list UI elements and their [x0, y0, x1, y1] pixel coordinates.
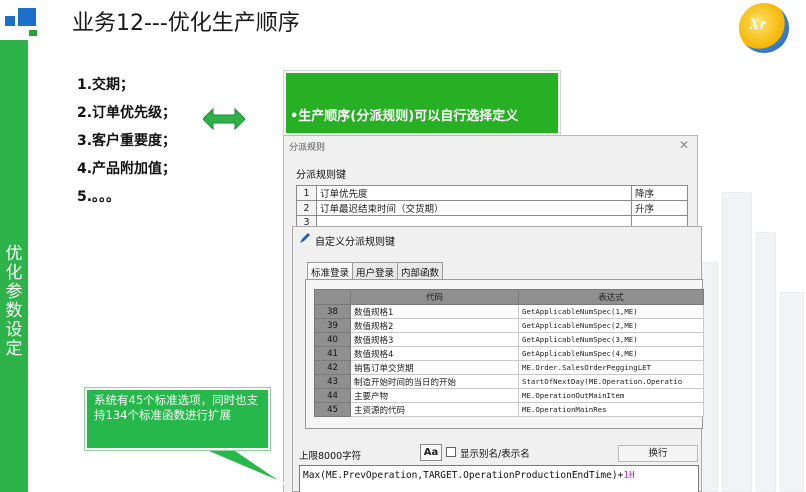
- table-row[interactable]: 39 数值规格2 GetApplicableNumSpec(2,ME): [314, 318, 704, 333]
- table-row[interactable]: 1 订单优先度 降序: [296, 185, 688, 201]
- expression-cell[interactable]: ME.OperationMainRes: [518, 402, 704, 417]
- function-table: 代码 表达式 38 数值规格1 GetApplicableNumSpec(1,M…: [314, 289, 704, 417]
- list-item: 1.交期；: [77, 77, 135, 93]
- code-cell[interactable]: 销售订单交货期: [350, 360, 519, 375]
- code-cell[interactable]: 主要产物: [350, 388, 519, 403]
- background-skyline: [686, 140, 806, 492]
- list-item: 4.产品附加值；: [77, 161, 177, 177]
- expression-cell[interactable]: GetApplicableNumSpec(2,ME): [518, 318, 704, 333]
- code-cell[interactable]: 数值规格1: [350, 304, 519, 319]
- rule-key-cell[interactable]: 订单最迟结束时间（交货期）: [316, 200, 632, 216]
- tab-internal-functions[interactable]: 内部函数: [397, 262, 444, 279]
- rule-key-cell[interactable]: 订单优先度: [316, 185, 632, 201]
- code-cell[interactable]: 数值规格4: [350, 346, 519, 361]
- tab-panel: 代码 表达式 38 数值规格1 GetApplicableNumSpec(1,M…: [305, 279, 704, 429]
- formula-highlight: 1H: [623, 470, 635, 481]
- table-row[interactable]: 2 订单最迟结束时间（交货期） 升序: [296, 200, 688, 216]
- row-number: 40: [314, 332, 351, 347]
- highlight-box: •生产顺序(分派规则)可以自行选择定义: [283, 70, 561, 136]
- list-item: 3.客户重要度；: [77, 133, 177, 149]
- table-row[interactable]: 44 主要产物 ME.OperationOutMainItem: [314, 388, 704, 403]
- page-title: 业务12---优化生产顺序: [72, 11, 300, 36]
- row-number: 2: [296, 200, 317, 216]
- row-number: 43: [314, 374, 351, 389]
- formula-text: Max(ME.PrevOperation,TARGET.OperationPro…: [303, 470, 624, 481]
- callout-note: 系统有45个标准选项，同时也支持134个标准函数进行扩展: [84, 387, 271, 451]
- rule-key-table: 1 订单优先度 降序 2 订单最迟结束时间（交货期） 升序 3: [296, 185, 688, 229]
- list-item: 2.订单优先级；: [77, 105, 177, 121]
- list-item: 5.。。。: [77, 189, 121, 205]
- formula-input[interactable]: Max(ME.PrevOperation,TARGET.OperationPro…: [299, 465, 699, 492]
- tab-standard[interactable]: 标准登录: [307, 262, 354, 279]
- company-logo: Xr: [739, 3, 789, 53]
- row-number: 41: [314, 346, 351, 361]
- font-button[interactable]: Aa: [420, 444, 442, 461]
- wrap-button[interactable]: 换行: [618, 445, 698, 462]
- double-arrow-icon: [203, 107, 245, 131]
- tab-user[interactable]: 用户登录: [352, 262, 399, 279]
- code-cell[interactable]: 数值规格2: [350, 318, 519, 333]
- priority-list: 1.交期； 2.订单优先级； 3.客户重要度； 4.产品附加值； 5.。。。: [77, 71, 176, 211]
- row-number: 39: [314, 318, 351, 333]
- close-icon[interactable]: ✕: [679, 138, 689, 152]
- show-alias-label: 显示别名/表示名: [460, 449, 530, 460]
- tab-bar: 标准登录 用户登录 内部函数: [307, 262, 444, 279]
- table-row[interactable]: 40 数值规格3 GetApplicableNumSpec(3,ME): [314, 332, 704, 347]
- char-limit-label: 上限8000字符: [299, 451, 362, 462]
- table-row[interactable]: 38 数值规格1 GetApplicableNumSpec(1,ME): [314, 304, 704, 319]
- custom-rule-key-dialog: 自定义分派规则键 标准登录 用户登录 内部函数 代码 表达式 38 数值规格1 …: [292, 226, 704, 492]
- title-decoration: [5, 8, 45, 38]
- show-alias-checkbox[interactable]: [446, 447, 456, 457]
- highlight-text: •生产顺序(分派规则)可以自行选择定义: [290, 109, 519, 124]
- column-header-expression: 表达式: [518, 289, 704, 305]
- row-number: 1: [296, 185, 317, 201]
- expression-cell[interactable]: GetApplicableNumSpec(1,ME): [518, 304, 704, 319]
- row-number: 38: [314, 304, 351, 319]
- expression-cell[interactable]: ME.OperationOutMainItem: [518, 388, 704, 403]
- code-cell[interactable]: 数值规格3: [350, 332, 519, 347]
- table-row[interactable]: 42 销售订单交货期 ME.Order.SalesOrderPeggingLET: [314, 360, 704, 375]
- row-number: 45: [314, 402, 351, 417]
- expression-cell[interactable]: StartOfNextDay(ME.Operation.Operatio: [518, 374, 704, 389]
- column-header-code: 代码: [350, 289, 519, 305]
- table-row[interactable]: 41 数值规格4 GetApplicableNumSpec(4,ME): [314, 346, 704, 361]
- table-row[interactable]: 43 制造开始时间的当日的开始 StartOfNextDay(ME.Operat…: [314, 374, 704, 389]
- sort-order-cell[interactable]: 降序: [631, 185, 688, 201]
- row-number: 44: [314, 388, 351, 403]
- code-cell[interactable]: 制造开始时间的当日的开始: [350, 374, 519, 389]
- dialog-title: 自定义分派规则键: [315, 237, 395, 248]
- side-bar: 优化参数设定: [0, 40, 28, 492]
- row-number-header: [314, 289, 351, 305]
- code-cell[interactable]: 主资源的代码: [350, 402, 519, 417]
- pen-icon: [300, 233, 310, 243]
- expression-cell[interactable]: GetApplicableNumSpec(4,ME): [518, 346, 704, 361]
- expression-cell[interactable]: GetApplicableNumSpec(3,ME): [518, 332, 704, 347]
- row-number: 42: [314, 360, 351, 375]
- sort-order-cell[interactable]: 升序: [631, 200, 688, 216]
- expression-cell[interactable]: ME.Order.SalesOrderPeggingLET: [518, 360, 704, 375]
- dialog-title: 分派规则: [289, 143, 326, 153]
- side-bar-label: 优化参数设定: [5, 244, 23, 359]
- section-label: 分派规则键: [296, 170, 346, 181]
- table-row[interactable]: 45 主资源的代码 ME.OperationMainRes: [314, 402, 704, 417]
